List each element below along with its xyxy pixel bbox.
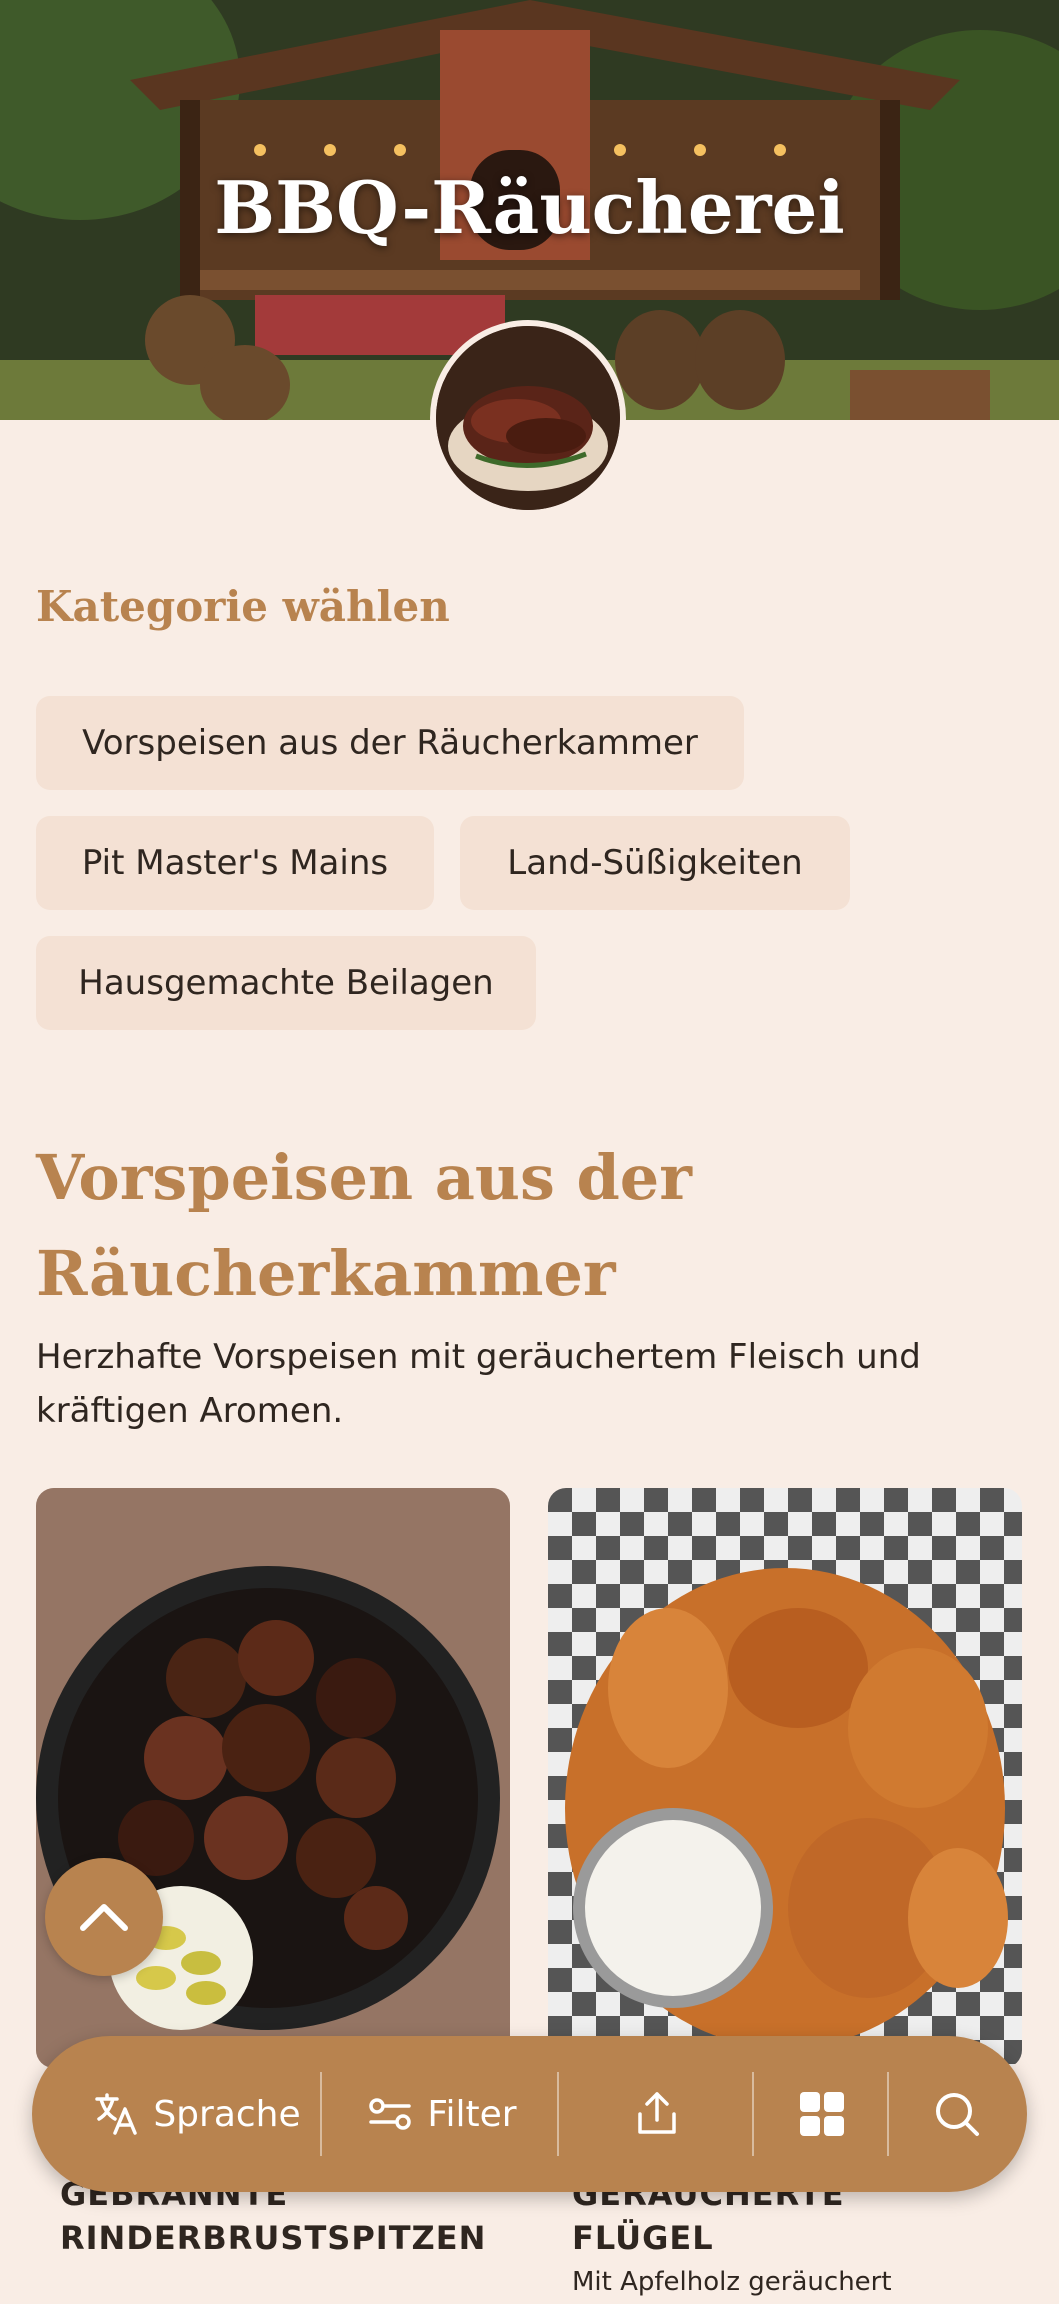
category-description: Herzhafte Vorspeisen mit geräuchertem Fl… <box>36 1337 921 1431</box>
filter-icon <box>369 2098 412 2130</box>
chip-label: Vorspeisen aus der Räucherkammer <box>82 723 698 763</box>
scroll-to-top-button[interactable] <box>45 1858 163 1976</box>
restaurant-avatar <box>430 320 626 516</box>
search-icon <box>936 2093 979 2136</box>
chip-mains[interactable]: Pit Master's Mains <box>36 816 434 910</box>
chip-suessigkeiten[interactable]: Land-Süßigkeiten <box>460 816 850 910</box>
category-picker-label: Kategorie wählen <box>36 582 450 631</box>
chip-label: Pit Master's Mains <box>81 843 389 883</box>
toolbar-divider <box>752 2072 754 2156</box>
menu-item-image-burnt-ends[interactable] <box>36 1488 510 2068</box>
menu-item-image-wings[interactable] <box>548 1488 1022 2068</box>
chip-beilagen[interactable]: Hausgemachte Beilagen <box>36 936 536 1030</box>
toolbar-divider <box>557 2072 559 2156</box>
category-title: Vorspeisen aus der Räucherkammer <box>36 1141 692 1310</box>
filter-label: Filter <box>427 2093 517 2135</box>
chevron-up-icon <box>80 1904 128 1931</box>
share-icon <box>638 2092 676 2134</box>
page-title: BBQ-Räucherei <box>214 165 845 250</box>
chip-label: Land-Süßigkeiten <box>507 843 803 883</box>
toolbar-divider <box>320 2072 322 2156</box>
language-button[interactable]: Sprache <box>72 2036 322 2192</box>
search-button[interactable] <box>892 2036 1022 2192</box>
grid-icon <box>800 2092 844 2136</box>
chip-label: Hausgemachte Beilagen <box>78 963 494 1003</box>
menu-item-subtitle: Mit Apfelholz geräuchert <box>572 2267 892 2297</box>
chip-vorspeisen[interactable]: Vorspeisen aus der Räucherkammer <box>36 696 744 790</box>
translate-icon <box>95 2093 138 2135</box>
grid-view-button[interactable] <box>757 2036 887 2192</box>
language-label: Sprache <box>153 2093 301 2135</box>
toolbar-divider <box>887 2072 889 2156</box>
filter-button[interactable]: Filter <box>332 2036 552 2192</box>
share-button[interactable] <box>562 2036 752 2192</box>
bottom-toolbar: Sprache Filter <box>32 2036 1027 2192</box>
menu-item-title-line: RINDERBRUSTSPITZEN <box>60 2219 487 2257</box>
